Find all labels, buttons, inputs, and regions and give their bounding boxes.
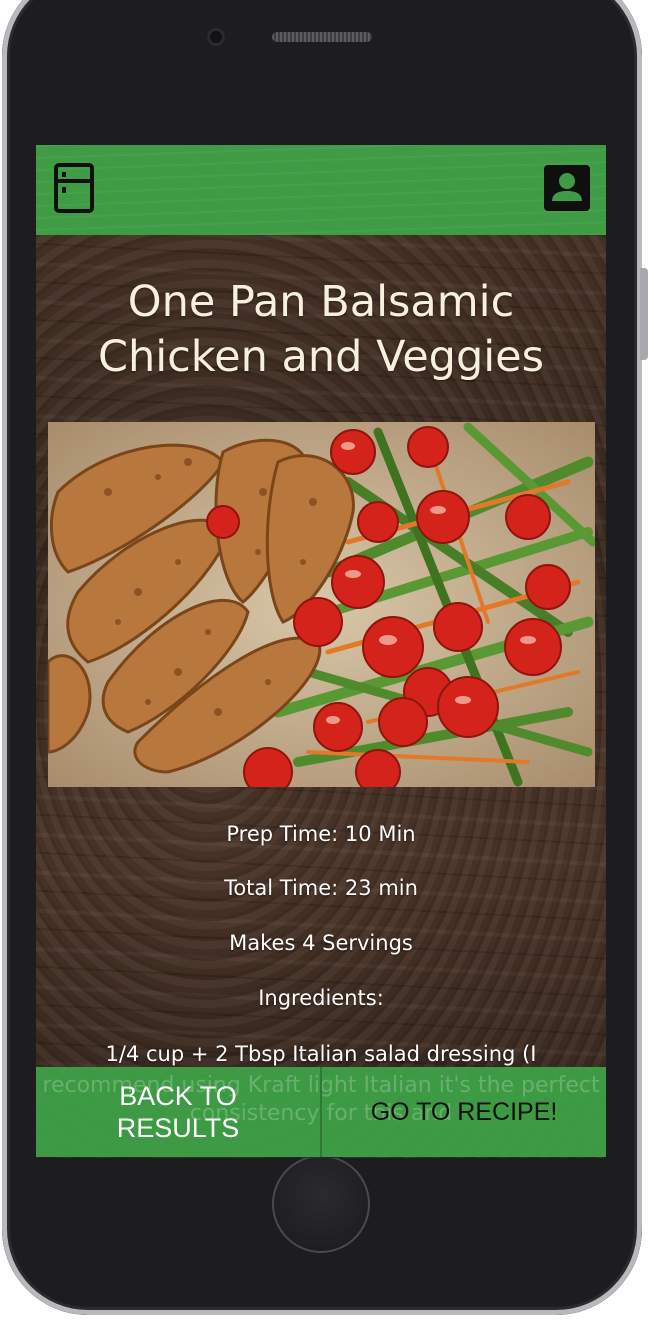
side-button xyxy=(640,268,648,360)
prep-time: Prep Time: 10 Min xyxy=(226,822,416,846)
recipe-title: One Pan Balsamic Chicken and Veggies xyxy=(97,277,545,382)
top-navbar xyxy=(36,145,606,235)
back-to-results-label: BACK TO RESULTS xyxy=(116,1081,240,1143)
servings: Makes 4 Servings xyxy=(229,931,413,955)
ingredients-heading: Ingredients: xyxy=(258,986,384,1010)
profile-icon[interactable] xyxy=(542,163,592,213)
front-camera xyxy=(207,28,225,46)
back-to-results-button[interactable]: BACK TO RESULTS xyxy=(36,1067,320,1157)
home-button[interactable] xyxy=(272,1155,370,1253)
bottom-action-bar: recommend using Kraft light Italian it's… xyxy=(36,1067,606,1157)
total-time: Total Time: 23 min xyxy=(224,876,418,900)
ingredient-line: 1/4 cup + 2 Tbsp Italian salad dressing … xyxy=(105,1042,537,1066)
earpiece-speaker xyxy=(272,32,372,42)
fridge-icon[interactable] xyxy=(52,163,102,213)
go-to-recipe-label: GO TO RECIPE! xyxy=(370,1097,558,1126)
recipe-photo xyxy=(48,422,595,787)
go-to-recipe-button[interactable]: GO TO RECIPE! xyxy=(322,1067,606,1157)
app-screen: One Pan Balsamic Chicken and Veggies Pre… xyxy=(36,145,606,1158)
